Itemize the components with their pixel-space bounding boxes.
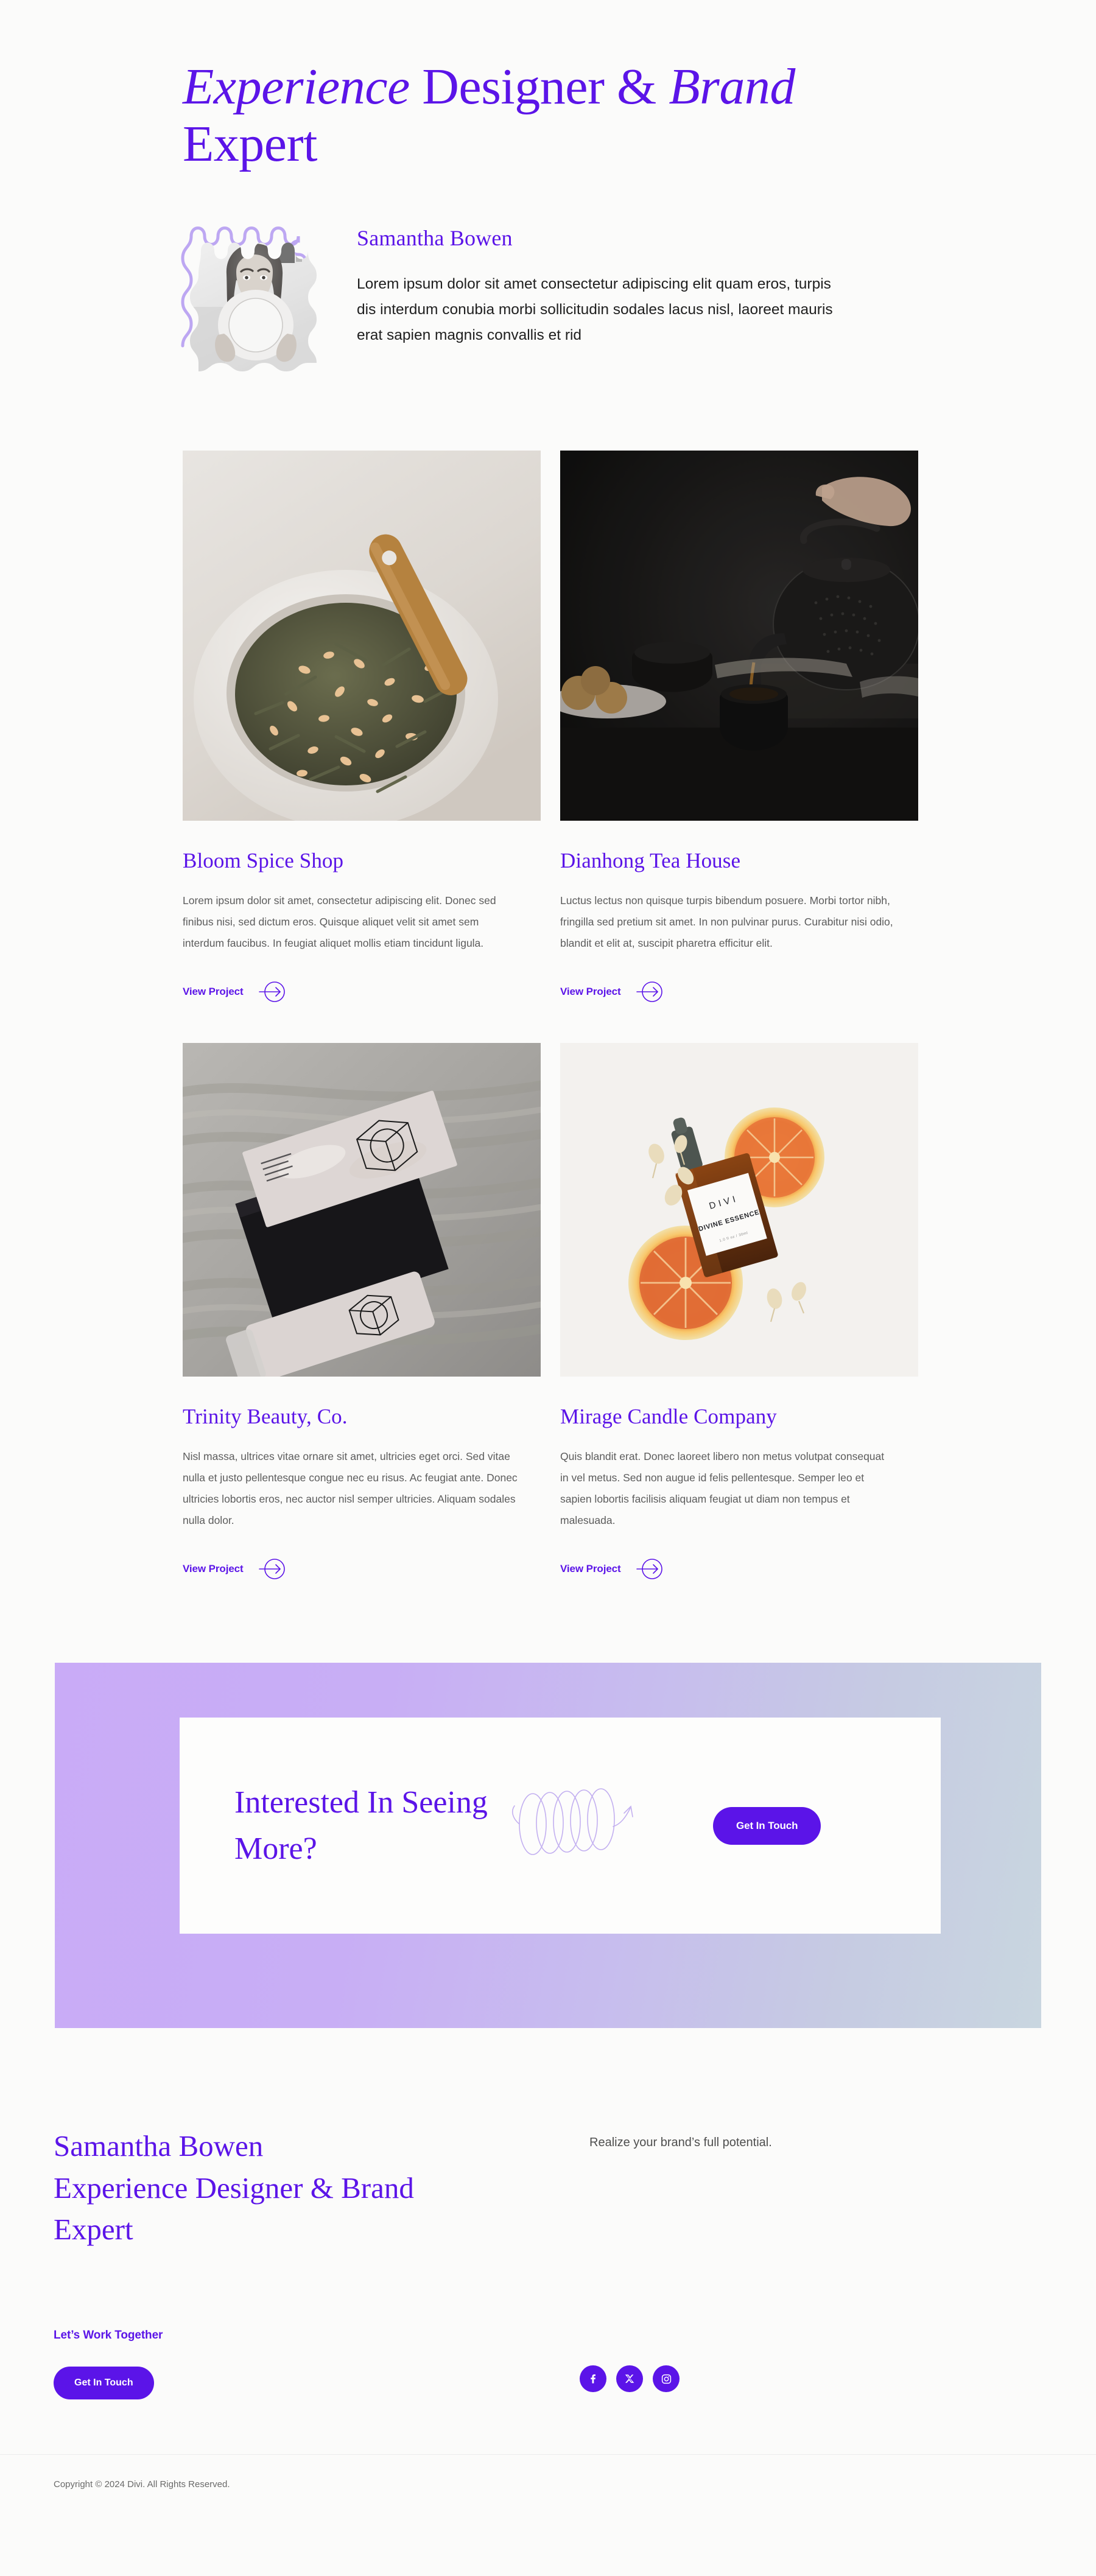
page-title-part-1: Experience [183,58,410,115]
page-title-part-3: Brand [669,58,795,115]
project-title: Mirage Candle Company [560,1405,777,1429]
footer-heading: Samantha Bowen Experience Designer & Bra… [54,2125,589,2251]
get-in-touch-button[interactable]: Get In Touch [713,1806,821,1845]
cosmetic-packaging-image [183,1043,541,1377]
project-card: Dianhong Tea House Luctus lectus non qui… [560,451,938,1043]
copyright-text: Copyright © 2024 Divi. All Rights Reserv… [54,2479,230,2490]
social-links [580,2365,680,2392]
serum-bottle-with-oranges-image: DIVI DIVINE ESSENCE 1.0 fl oz / 30ml [560,1043,918,1377]
project-title: Bloom Spice Shop [183,849,344,873]
view-project-label: View Project [560,986,621,998]
footer-heading-line-3: Expert [54,2213,133,2247]
view-project-link[interactable]: View Project [183,1558,286,1580]
project-thumbnail-bloom-spice-shop[interactable] [183,451,541,821]
footer-get-in-touch-button[interactable]: Get In Touch [54,2366,154,2399]
view-project-link[interactable]: View Project [560,981,664,1003]
profile-name: Samantha Bowen [357,226,513,251]
project-card: Trinity Beauty, Co. Nisl massa, ultrices… [183,1043,560,1620]
project-thumbnail-dianhong-tea-house[interactable] [560,451,918,821]
hero-section: Experience Designer & Brand Expert Saman… [0,0,1096,374]
view-project-link[interactable]: View Project [183,981,286,1003]
x-twitter-icon [625,2374,634,2383]
footer-tagline: Realize your brand’s full potential. [589,2136,772,2150]
project-description: Luctus lectus non quisque turpis bibendu… [560,894,893,950]
page-title: Experience Designer & Brand Expert [183,58,828,173]
profile-bio: Lorem ipsum dolor sit amet consectetur a… [357,276,833,344]
social-link-x-twitter[interactable] [616,2365,643,2392]
view-project-label: View Project [183,986,244,998]
social-link-instagram[interactable] [653,2365,680,2392]
project-description: Nisl massa, ultrices vitae ornare sit am… [183,1450,518,1527]
footer-heading-line-1: Samantha Bowen [54,2129,264,2163]
arrow-right-circle-icon [636,981,662,1002]
profile-block: Samantha Bowen Lorem ipsum dolor sit ame… [181,216,840,374]
project-card: Bloom Spice Shop Lorem ipsum dolor sit a… [183,451,560,1043]
page-title-part-4: Expert [183,116,317,173]
portfolio-page: Experience Designer & Brand Expert Saman… [0,0,1096,2576]
avatar [181,216,324,374]
arrow-right-circle-icon [258,981,285,1002]
view-project-label: View Project [183,1563,244,1575]
spiral-arrow-icon [511,1788,633,1855]
bowl-of-tea-leaves-image [183,451,541,821]
project-title: Trinity Beauty, Co. [183,1405,348,1429]
cta-card: Interested In Seeing More? Get In Touch [180,1718,941,1934]
site-footer: Samantha Bowen Experience Designer & Bra… [0,2125,1096,2399]
lets-work-together-label: Let’s Work Together [54,2328,163,2342]
instagram-icon [661,2374,671,2384]
arrow-right-circle-icon [636,1559,662,1579]
cta-section: Interested In Seeing More? Get In Touch [55,1663,1041,2029]
footer-heading-line-2: Experience Designer & Brand [54,2171,414,2205]
page-title-part-2: Designer & [409,58,669,115]
project-thumbnail-mirage-candle-company[interactable]: DIVI DIVINE ESSENCE 1.0 fl oz / 30ml [560,1043,918,1377]
cta-title: Interested In Seeing More? [234,1785,488,1866]
arrow-right-circle-icon [258,1559,285,1579]
copyright-bar: Copyright © 2024 Divi. All Rights Reserv… [0,2454,1096,2514]
project-description: Lorem ipsum dolor sit amet, consectetur … [183,894,496,950]
dark-teapot-pouring-image [560,451,918,821]
project-description: Quis blandit erat. Donec laoreet libero … [560,1450,885,1527]
view-project-link[interactable]: View Project [560,1558,664,1580]
view-project-label: View Project [560,1563,621,1575]
avatar-photo-svg [190,242,317,372]
project-thumbnail-trinity-beauty-co[interactable] [183,1043,541,1377]
avatar-image [183,216,324,374]
project-title: Dianhong Tea House [560,849,741,873]
project-card: DIVI DIVINE ESSENCE 1.0 fl oz / 30ml Mir… [560,1043,938,1620]
social-link-facebook[interactable] [580,2365,606,2392]
projects-grid: Bloom Spice Shop Lorem ipsum dolor sit a… [183,451,938,1620]
facebook-icon [591,2374,595,2384]
